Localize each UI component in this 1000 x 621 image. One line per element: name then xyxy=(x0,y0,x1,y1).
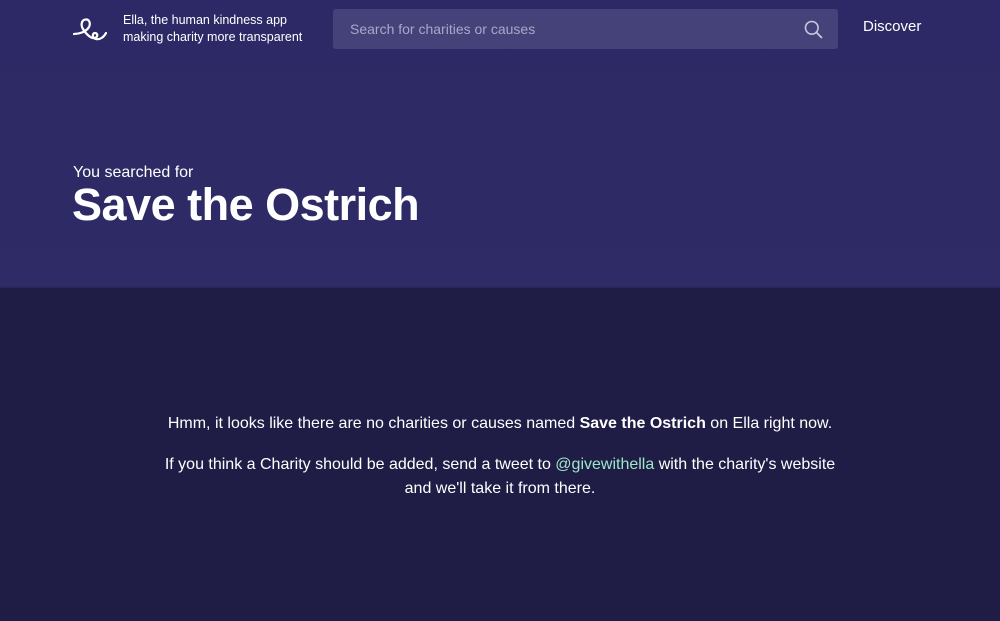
suggestion-line: If you think a Charity should be added, … xyxy=(150,453,850,501)
no-results-text-before: Hmm, it looks like there are no charitie… xyxy=(167,415,580,432)
search-input[interactable] xyxy=(333,9,803,49)
nav-discover-link[interactable]: Discover xyxy=(863,18,921,35)
search-icon[interactable] xyxy=(803,19,823,39)
tagline-line-1: Ella, the human kindness app xyxy=(123,13,287,27)
search-bar xyxy=(333,9,838,49)
tagline-line-2: making charity more transparent xyxy=(123,30,303,44)
no-results-query: Save the Ostrich xyxy=(579,415,706,432)
ella-logo-icon[interactable] xyxy=(72,17,108,43)
no-results-text-after: on Ella right now. xyxy=(705,415,833,432)
search-query-title: Save the Ostrich xyxy=(72,179,420,230)
suggestion-text-before: If you think a Charity should be added, … xyxy=(164,456,556,473)
twitter-handle-link[interactable]: @givewithella xyxy=(555,456,654,473)
no-results-message: Hmm, it looks like there are no charitie… xyxy=(150,412,850,501)
app-tagline: Ella, the human kindness app making char… xyxy=(123,12,323,46)
no-results-line: Hmm, it looks like there are no charitie… xyxy=(150,412,850,436)
